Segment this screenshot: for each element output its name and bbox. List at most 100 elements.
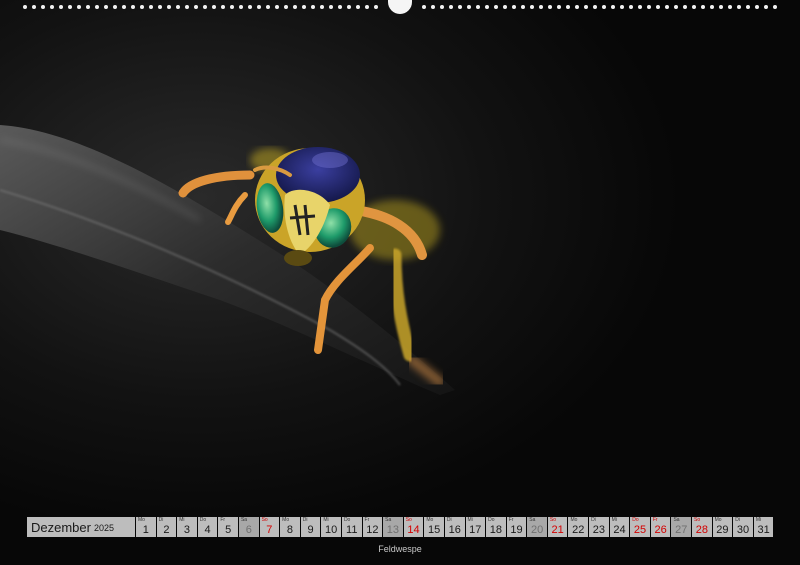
binding-hole <box>512 5 516 9</box>
day-cell: Di 30 <box>733 517 753 537</box>
day-cell: Sa 20 <box>527 517 547 537</box>
weekday-label: Mo <box>714 517 722 523</box>
binding-hole <box>620 5 624 9</box>
binding-hole <box>158 5 162 9</box>
year: 2025 <box>93 523 114 533</box>
weekday-label: Di <box>446 517 452 523</box>
binding-hole <box>530 5 534 9</box>
day-cell: Mo 29 <box>712 517 733 537</box>
binding-hole <box>440 5 444 9</box>
day-number: 5 <box>225 524 232 536</box>
day-number: 6 <box>245 524 252 536</box>
binding-hole <box>629 5 633 9</box>
binding-hole <box>329 5 333 9</box>
weekday-label: Fr <box>652 517 658 523</box>
binding-hole <box>737 5 741 9</box>
day-cell: Sa 6 <box>238 517 259 537</box>
day-number: 10 <box>325 524 338 536</box>
day-number: 15 <box>427 524 441 536</box>
day-cell: Mo 8 <box>280 517 300 537</box>
calendar-strip: Dezember 2025 Mo 1 Di 2 Mi 3 Do 4 Fr 5 Sa 6 So 7 Mo 8 Di… <box>27 517 774 537</box>
day-number: 31 <box>757 524 770 536</box>
binding-hole <box>449 5 453 9</box>
binding-hole <box>539 5 543 9</box>
binding-hole <box>302 5 306 9</box>
weekday-label: So <box>405 517 412 523</box>
weekday-label: Mo <box>282 517 290 523</box>
binding-hole <box>203 5 207 9</box>
day-cell: Fr 12 <box>362 517 383 537</box>
binding-hole <box>167 5 171 9</box>
day-number: 16 <box>448 524 461 536</box>
binding-hole <box>113 5 117 9</box>
day-number: 30 <box>736 524 750 536</box>
weekday-label: Mi <box>611 517 617 523</box>
month-label: Dezember 2025 <box>27 517 135 537</box>
binding-hole <box>656 5 660 9</box>
day-number: 12 <box>366 524 379 536</box>
weekday-label: Do <box>632 517 639 523</box>
day-number: 7 <box>266 524 273 536</box>
binding-hole <box>149 5 153 9</box>
binding-hole <box>485 5 489 9</box>
day-number: 20 <box>530 524 544 536</box>
binding-hole <box>77 5 81 9</box>
binding-hole <box>719 5 723 9</box>
weekday-label: So <box>549 517 556 523</box>
day-cells: Mo 1 Di 2 Mi 3 Do 4 Fr 5 Sa 6 So 7 Mo 8 Di 9 Mi 10 Do 11 Fr 12 S… <box>136 517 774 537</box>
binding-hole <box>347 5 351 9</box>
binding-hole <box>458 5 462 9</box>
wasp-photo <box>0 0 800 565</box>
binding-hole <box>557 5 561 9</box>
binding-hole <box>338 5 342 9</box>
binding-hole <box>293 5 297 9</box>
binding-hole <box>23 5 27 9</box>
binding-hole <box>50 5 54 9</box>
weekday-label: Sa <box>240 517 248 523</box>
day-number: 25 <box>633 524 647 536</box>
day-cell: Do 4 <box>197 517 218 537</box>
day-number: 26 <box>654 524 667 536</box>
binding-hole <box>494 5 498 9</box>
day-number: 8 <box>286 524 294 536</box>
binding-holes-right <box>422 5 777 9</box>
binding-hole <box>647 5 651 9</box>
binding-hole <box>311 5 315 9</box>
binding-hole <box>710 5 714 9</box>
binding-hole <box>593 5 597 9</box>
binding-hole <box>701 5 705 9</box>
day-cell: Fr 26 <box>650 517 671 537</box>
binding-hole <box>284 5 288 9</box>
weekday-label: Mi <box>755 517 762 523</box>
binding-hole <box>86 5 90 9</box>
binding-hole <box>122 5 126 9</box>
binding-hole <box>431 5 435 9</box>
binding-hole <box>221 5 225 9</box>
binding-hole <box>683 5 687 9</box>
binding-hole <box>602 5 606 9</box>
day-cell: So 21 <box>547 517 568 537</box>
binding-hole <box>548 5 552 9</box>
binding-hole <box>521 5 525 9</box>
weekday-label: Sa <box>385 517 392 523</box>
day-number: 11 <box>346 524 358 536</box>
weekday-label: Sa <box>673 517 680 523</box>
binding-hole <box>674 5 678 9</box>
day-number: 21 <box>551 524 564 536</box>
day-cell: So 7 <box>259 517 280 537</box>
day-number: 13 <box>386 524 400 536</box>
day-cell: Mi 17 <box>465 517 486 537</box>
binding-hole <box>773 5 777 9</box>
binding-hole <box>503 5 507 9</box>
day-cell: Fr 5 <box>218 517 238 537</box>
weekday-label: Mi <box>467 517 473 523</box>
month-name: Dezember <box>31 519 91 535</box>
day-cell: Sa 13 <box>383 517 403 537</box>
binding-hole <box>665 5 669 9</box>
day-cell: Di 9 <box>300 517 321 537</box>
weekday-label: Di <box>591 517 596 523</box>
day-number: 3 <box>183 524 191 536</box>
weekday-label: Do <box>488 517 495 523</box>
day-cell: So 14 <box>403 517 424 537</box>
binding-hole <box>239 5 243 9</box>
